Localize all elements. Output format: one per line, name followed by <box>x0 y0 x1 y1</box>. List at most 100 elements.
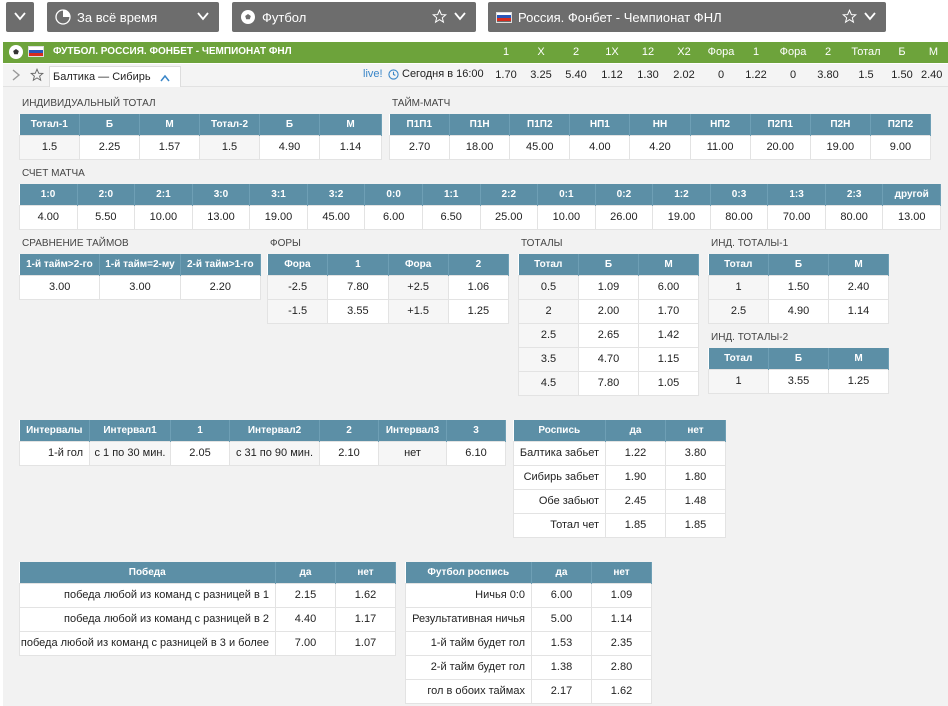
odd-cell[interactable]: 3.55 <box>768 368 829 394</box>
odd-cell[interactable]: 1.48 <box>665 488 726 514</box>
odd-cell[interactable]: 1.80 <box>665 464 726 490</box>
odd-cell[interactable]: 3.00 <box>99 274 181 300</box>
odd-cell[interactable]: 1.25 <box>828 368 889 394</box>
odd-cell[interactable]: 20.00 <box>749 134 811 160</box>
odd-cell[interactable]: 26.00 <box>594 204 654 230</box>
odd-cell[interactable]: 1.50 <box>768 274 829 300</box>
odd-cell[interactable]: 1.90 <box>605 464 666 490</box>
odd-cell[interactable]: 1.09 <box>591 582 652 608</box>
chevron-right-icon[interactable] <box>11 69 21 81</box>
odd-cell[interactable]: 2.15 <box>275 582 336 608</box>
odd-cell[interactable]: 7.00 <box>275 630 336 656</box>
odd-cell[interactable]: 3.00 <box>18 274 101 300</box>
odd-cell[interactable]: 25.00 <box>479 204 539 230</box>
odd-cell[interactable]: 11.00 <box>689 134 751 160</box>
odd-cell[interactable]: 3.80 <box>815 69 841 81</box>
odd-cell[interactable]: 2.35 <box>591 630 652 656</box>
odd-cell[interactable]: 1.70 <box>638 298 699 324</box>
odd-cell[interactable]: 19.00 <box>249 204 308 230</box>
odd-cell[interactable]: 2.80 <box>591 654 652 680</box>
odd-cell[interactable]: 80.00 <box>709 204 769 230</box>
odd-cell[interactable]: 13.00 <box>191 204 251 230</box>
odd-cell[interactable]: 1.15 <box>638 346 699 372</box>
odd-cell[interactable]: 10.00 <box>537 204 596 230</box>
odd-cell[interactable]: 19.00 <box>809 134 871 160</box>
odd-cell[interactable]: 1.14 <box>591 606 652 632</box>
odd-cell[interactable]: 7.80 <box>327 274 389 300</box>
odd-cell[interactable]: 6.10 <box>446 440 506 466</box>
odd-cell[interactable]: 1.53 <box>531 630 592 656</box>
odd-cell[interactable]: 6.00 <box>364 204 423 230</box>
odd-cell[interactable]: 1.70 <box>491 69 521 81</box>
odd-cell[interactable]: 1.05 <box>638 370 699 396</box>
odd-cell[interactable]: 5.50 <box>76 204 136 230</box>
odd-cell[interactable]: 2.70 <box>388 134 451 160</box>
event-row[interactable]: Балтика — Сибирь live! Сегодня в 16:00 1… <box>3 64 948 88</box>
period-dropdown[interactable]: За всё время <box>47 2 219 32</box>
odd-cell[interactable]: 70.00 <box>767 204 826 230</box>
chevron-up-icon[interactable] <box>160 74 170 82</box>
odd-cell[interactable]: 3.80 <box>665 440 726 466</box>
odd-cell[interactable]: 1.38 <box>531 654 592 680</box>
event-name-tab[interactable]: Балтика — Сибирь <box>49 66 181 88</box>
league-dropdown[interactable]: Россия. Фонбет - Чемпионат ФНЛ <box>488 2 886 32</box>
odd-cell[interactable]: 5.00 <box>531 606 592 632</box>
odd-cell[interactable]: 3.25 <box>526 69 556 81</box>
odd-cell[interactable]: 2.65 <box>578 322 639 348</box>
odd-cell[interactable]: 2.17 <box>531 678 592 704</box>
odd-cell[interactable]: 9.00 <box>869 134 932 160</box>
odd-cell[interactable]: 1.57 <box>139 134 200 160</box>
odd-cell[interactable]: 7.80 <box>578 370 639 396</box>
odd-cell[interactable]: 1.22 <box>605 440 666 466</box>
odd-cell[interactable]: 1.09 <box>578 274 639 300</box>
odd-cell[interactable]: 6.50 <box>421 204 481 230</box>
odd-cell[interactable]: 1.62 <box>335 582 396 608</box>
odd-cell[interactable]: 1.85 <box>665 512 726 538</box>
odd-cell[interactable]: 4.20 <box>629 134 691 160</box>
menu-dropdown[interactable] <box>6 2 34 32</box>
odd-cell[interactable]: 2.40 <box>921 69 948 81</box>
odd-cell[interactable]: 1.06 <box>447 274 510 300</box>
odd-cell[interactable]: 1.12 <box>597 69 627 81</box>
odd-cell[interactable]: 19.00 <box>652 204 711 230</box>
odd-cell[interactable]: 4.40 <box>275 606 336 632</box>
odd-cell[interactable]: 4.70 <box>578 346 639 372</box>
live-link[interactable]: live! <box>363 68 383 80</box>
odd-cell[interactable]: 13.00 <box>882 204 941 230</box>
odd-cell[interactable]: 1.17 <box>335 606 396 632</box>
odd-cell[interactable]: 4.00 <box>19 204 78 230</box>
odd-cell[interactable]: 3.55 <box>327 298 389 324</box>
odd-cell[interactable]: 1.62 <box>591 678 652 704</box>
odd-cell[interactable]: 1.25 <box>447 298 510 324</box>
odd-cell[interactable]: 10.00 <box>134 204 193 230</box>
odd-cell[interactable]: 1.85 <box>605 512 666 538</box>
odd-cell[interactable]: 45.00 <box>509 134 571 160</box>
odd-cell[interactable]: 80.00 <box>824 204 884 230</box>
odd-cell[interactable]: 2.00 <box>578 298 639 324</box>
odd-cell[interactable]: 4.90 <box>259 134 320 160</box>
odd-cell[interactable]: 1.50 <box>887 69 917 81</box>
odd-cell[interactable]: 1.42 <box>638 322 699 348</box>
odd-cell[interactable]: 1.22 <box>743 69 769 81</box>
odd-cell[interactable]: 2.05 <box>170 440 230 466</box>
odd-cell[interactable]: 2.10 <box>319 440 379 466</box>
odd-cell[interactable]: 1.30 <box>633 69 663 81</box>
star-icon[interactable] <box>432 9 447 24</box>
odd-cell[interactable]: 4.00 <box>569 134 631 160</box>
odd-cell[interactable]: 2.20 <box>179 274 262 300</box>
odd-cell[interactable]: 2.45 <box>605 488 666 514</box>
odd-cell[interactable]: 5.40 <box>561 69 591 81</box>
odd-cell[interactable]: 1.14 <box>828 298 889 324</box>
odd-cell[interactable]: 6.00 <box>638 274 699 300</box>
odd-cell[interactable]: 2.40 <box>828 274 889 300</box>
odd-cell[interactable]: 1.07 <box>335 630 396 656</box>
odd-cell[interactable]: 4.90 <box>768 298 829 324</box>
star-icon[interactable] <box>842 9 857 24</box>
odd-cell[interactable]: 2.25 <box>79 134 140 160</box>
odd-cell[interactable]: 6.00 <box>531 582 592 608</box>
star-icon[interactable] <box>30 68 44 82</box>
odd-cell[interactable]: 1.14 <box>319 134 382 160</box>
odd-cell[interactable]: 45.00 <box>306 204 366 230</box>
odd-cell[interactable]: 18.00 <box>449 134 511 160</box>
odd-cell[interactable]: 2.02 <box>669 69 699 81</box>
